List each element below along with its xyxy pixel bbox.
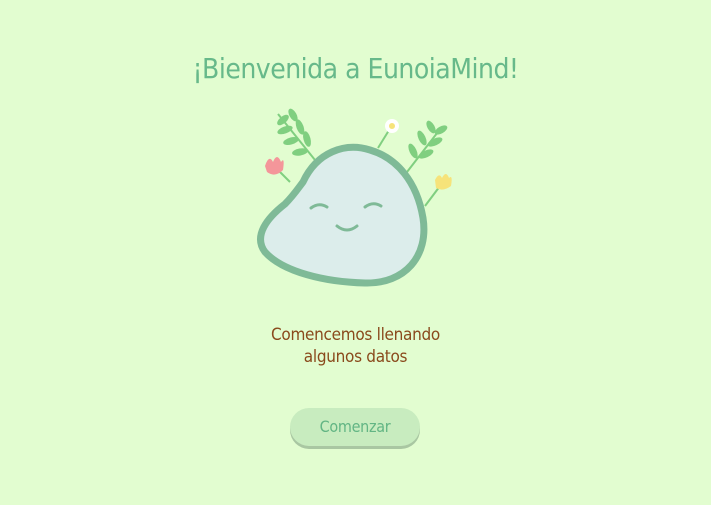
pink-tulip xyxy=(265,157,291,183)
subtitle: Comencemos llenando algunos datos xyxy=(0,324,711,368)
yellow-tulip xyxy=(424,174,452,207)
subtitle-line-2: algunos datos xyxy=(303,347,408,367)
start-button[interactable]: Comenzar xyxy=(290,408,420,446)
mascot-body xyxy=(257,143,428,287)
welcome-screen: ¡Bienvenida a EunoiaMind! Comencemos lle… xyxy=(0,0,711,505)
daisy-flower xyxy=(377,119,399,149)
right-leaf-sprig xyxy=(406,120,448,173)
left-leaf-sprig xyxy=(277,108,316,161)
smiling-blob-with-flowers-icon xyxy=(257,108,452,287)
page-title: ¡Bienvenida a EunoiaMind! xyxy=(192,52,519,85)
subtitle-line-1: Comencemos llenando xyxy=(271,325,440,345)
